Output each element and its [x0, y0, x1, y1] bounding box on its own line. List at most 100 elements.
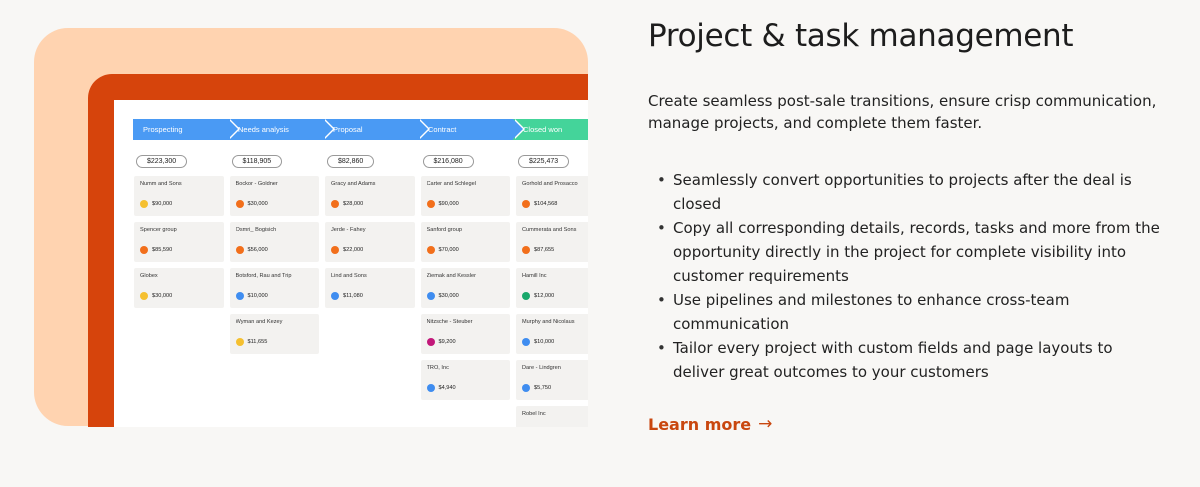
deal-value: $22,000	[331, 246, 363, 254]
deal-card: Jerde - Fahey $22,000	[325, 222, 415, 262]
deal-card: Gracy and Adams $28,000	[325, 176, 415, 216]
deal-name: Spencer group	[140, 227, 177, 233]
deal-value-text: $10,000	[534, 339, 555, 345]
deal-value: $4,940	[426, 384, 456, 392]
deal-value: $104,568	[522, 200, 557, 208]
deal-name: Lind and Sons	[331, 273, 367, 279]
pipeline-stages: Prospecting Needs analysis Proposal Contrac…	[133, 119, 588, 140]
owner-avatar-dot	[235, 338, 244, 346]
owner-avatar-dot	[426, 246, 435, 254]
deal-name: Cummerata and Sons	[522, 227, 577, 233]
pipeline-column: $118,905 Bockor - Goldner $30,000 Osmri_ Bo…	[229, 148, 326, 427]
owner-avatar-dot	[522, 338, 530, 346]
owner-avatar-dot	[522, 246, 530, 254]
pipeline-column: $216,080 Carter and Schlegel $90,000 Sanfor…	[420, 148, 517, 427]
arrow-right-icon: →	[758, 414, 773, 434]
deal-card: Sanford group $70,000	[420, 222, 510, 262]
deal-name: Wyman and Kezey	[235, 319, 283, 325]
deal-value-text: $90,000	[438, 201, 459, 207]
deal-name: Nitzsche - Steuber	[426, 319, 473, 325]
owner-avatar-dot	[331, 292, 339, 300]
deal-value-text: $30,000	[152, 293, 173, 299]
deal-value: $11,655	[235, 338, 268, 346]
owner-avatar-dot	[331, 246, 339, 254]
deal-value: $10,000	[235, 292, 268, 300]
deal-name: Sanford group	[426, 227, 462, 233]
deal-name: Gracy and Adams	[331, 181, 376, 187]
deal-card: Spencer group $85,590	[134, 222, 224, 262]
deal-value: $11,080	[331, 292, 363, 300]
deal-name: Murphy and Nicolaus	[522, 319, 575, 325]
feature-item: Tailor every project with custom fields …	[648, 336, 1168, 384]
deal-card: TRO, Inc $4,940	[420, 360, 510, 400]
deal-name: Carter and Schlegel	[426, 181, 476, 187]
deal-card: Wyman and Kezey $11,655	[229, 314, 319, 354]
pipeline-column: $82,860 Gracy and Adams $28,000 Jerde - Fah…	[325, 148, 421, 427]
deal-card: Osmri_ Bogisich $56,000	[229, 222, 319, 262]
deal-value: $12,000	[522, 292, 554, 300]
owner-avatar-dot	[426, 338, 435, 346]
deal-name: Botsford, Rau and Trip	[235, 273, 292, 279]
deal-card: Globex $30,000	[134, 268, 224, 308]
stage-label: Closed won	[523, 125, 563, 134]
deal-card: Gorhold and Prosacco $104,568	[516, 176, 588, 216]
deal-card: Bockor - Goldner $30,000	[229, 176, 319, 216]
feature-list: Seamlessly convert opportunities to proj…	[648, 168, 1168, 384]
deal-value: $90,000	[426, 200, 459, 208]
owner-avatar-dot	[426, 200, 435, 208]
deal-card: Dare - Lindgren $5,750	[516, 360, 588, 400]
stage-label: Contract	[428, 125, 457, 134]
deal-card: Robel Inc$5,500	[516, 406, 588, 427]
deal-value: $70,000	[426, 246, 459, 254]
deal-value-text: $11,655	[247, 339, 268, 345]
deal-name: Numm and Sons	[140, 181, 182, 187]
feature-item: Use pipelines and milestones to enhance …	[648, 288, 1168, 336]
deal-value: $10,000	[522, 338, 554, 346]
stage-label: Prospecting	[143, 125, 183, 134]
deal-value-text: $12,000	[534, 293, 555, 299]
pipeline-column: $223,300 Numm and Sons $90,000 Spencer grou…	[134, 148, 230, 427]
deal-card: Ziemak and Kessler $30,000	[420, 268, 510, 308]
deal-value-text: $22,000	[343, 247, 364, 253]
stage-header: Prospecting	[133, 119, 240, 140]
deal-card: Botsford, Rau and Trip $10,000	[229, 268, 319, 308]
deal-name: TRO, Inc	[426, 365, 449, 371]
stage-header: Needs analysis	[228, 119, 335, 140]
deal-value-text: $30,000	[438, 293, 459, 299]
deal-card: Carter and Schlegel $90,000	[420, 176, 510, 216]
deal-value-text: $4,940	[438, 385, 456, 391]
deal-name: Ziemak and Kessler	[426, 273, 476, 279]
deal-value-text: $9,200	[438, 339, 456, 345]
stage-label: Proposal	[333, 125, 363, 134]
learn-more-label: Learn more	[648, 414, 752, 434]
deal-value-text: $11,080	[343, 293, 363, 299]
deal-value-text: $104,568	[534, 201, 558, 207]
owner-avatar-dot	[140, 200, 148, 208]
deal-value: $9,200	[426, 338, 456, 346]
owner-avatar-dot	[140, 246, 148, 254]
deal-value: $30,000	[140, 292, 172, 300]
deal-value: $56,000	[235, 246, 268, 254]
feature-item: Copy all corresponding details, records,…	[648, 216, 1168, 288]
deal-value: $5,750	[522, 384, 551, 392]
deal-value: $30,000	[426, 292, 459, 300]
owner-avatar-dot	[235, 200, 244, 208]
learn-more-link[interactable]: Learn more →	[648, 414, 772, 434]
deal-name: Dare - Lindgren	[522, 365, 561, 371]
stage-amount-pill: $216,080	[422, 155, 474, 168]
deal-card: Numm and Sons $90,000	[134, 176, 224, 216]
owner-avatar-dot	[426, 384, 435, 392]
deal-value: $28,000	[331, 200, 363, 208]
owner-avatar-dot	[235, 292, 244, 300]
deal-card: Hamill Inc $12,000	[516, 268, 588, 308]
owner-avatar-dot	[522, 200, 530, 208]
deal-value-text: $85,590	[152, 247, 173, 253]
deal-value-text: $30,000	[247, 201, 268, 207]
deal-card: Lind and Sons $11,080	[325, 268, 415, 308]
pipeline-columns: $223,300 Numm and Sons $90,000 Spencer grou…	[134, 148, 588, 427]
deal-name: Osmri_ Bogisich	[235, 227, 277, 233]
deal-value: $30,000	[235, 200, 268, 208]
section-title: Project & task management	[648, 18, 1074, 54]
deal-card: Cummerata and Sons $87,655	[516, 222, 588, 262]
deal-value-text: $90,000	[152, 201, 173, 207]
